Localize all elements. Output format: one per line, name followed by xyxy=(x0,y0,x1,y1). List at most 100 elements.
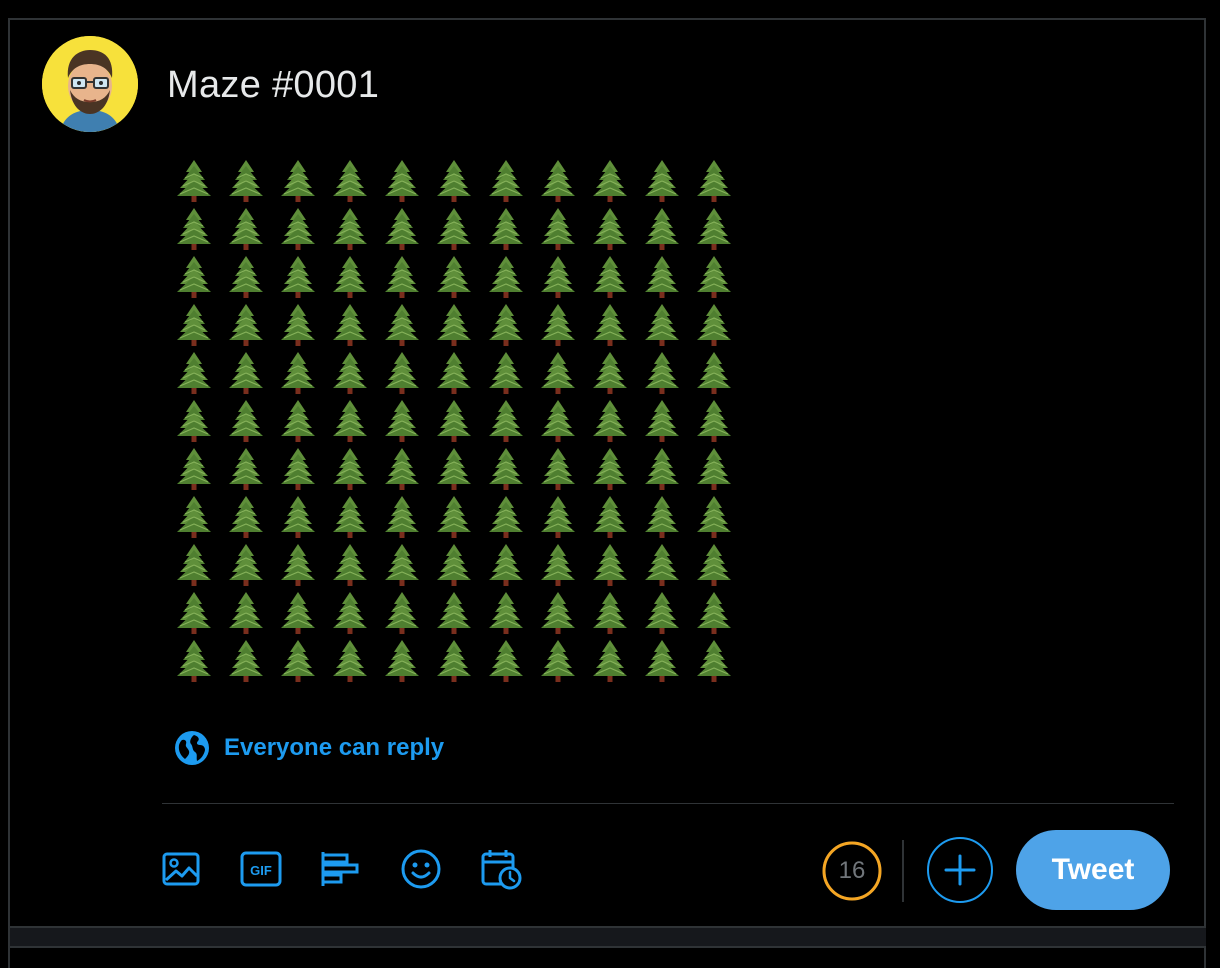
tree-emoji-icon xyxy=(226,494,266,540)
tree-emoji-icon xyxy=(642,494,682,540)
tree-emoji-icon xyxy=(538,350,578,396)
image-icon xyxy=(162,852,200,886)
tree-emoji-icon xyxy=(538,638,578,684)
tree-emoji-icon xyxy=(174,494,214,540)
tree-emoji-icon xyxy=(278,638,318,684)
tree-emoji-icon xyxy=(694,638,734,684)
tree-emoji-icon xyxy=(642,350,682,396)
tree-emoji-icon xyxy=(642,398,682,444)
tree-emoji-icon xyxy=(486,158,526,204)
tree-emoji-icon xyxy=(538,158,578,204)
tree-grid xyxy=(168,150,740,690)
tree-emoji-icon xyxy=(174,350,214,396)
tree-emoji-icon xyxy=(330,638,370,684)
tree-emoji-icon xyxy=(382,206,422,252)
tree-emoji-icon xyxy=(382,638,422,684)
tree-emoji-icon xyxy=(382,398,422,444)
tree-emoji-icon xyxy=(330,206,370,252)
tree-emoji-icon xyxy=(278,494,318,540)
tree-emoji-icon xyxy=(694,302,734,348)
tree-emoji-icon xyxy=(590,350,630,396)
tree-emoji-icon xyxy=(226,302,266,348)
tree-emoji-icon xyxy=(330,350,370,396)
tree-emoji-icon xyxy=(382,254,422,300)
tree-emoji-icon xyxy=(226,542,266,588)
tree-emoji-icon xyxy=(330,446,370,492)
globe-icon xyxy=(175,731,209,765)
tree-emoji-icon xyxy=(226,206,266,252)
tree-emoji-icon xyxy=(538,494,578,540)
tree-emoji-icon xyxy=(382,494,422,540)
tree-emoji-icon xyxy=(382,542,422,588)
tree-emoji-icon xyxy=(174,254,214,300)
tree-emoji-icon xyxy=(694,446,734,492)
reply-setting-button[interactable]: Everyone can reply xyxy=(174,730,444,766)
tree-emoji-icon xyxy=(434,446,474,492)
tree-emoji-icon xyxy=(486,206,526,252)
tree-emoji-icon xyxy=(434,350,474,396)
tree-emoji-icon xyxy=(330,158,370,204)
avatar[interactable] xyxy=(42,36,138,132)
tree-emoji-icon xyxy=(434,494,474,540)
tree-emoji-icon xyxy=(590,302,630,348)
tree-emoji-icon xyxy=(330,254,370,300)
add-tweet-button[interactable] xyxy=(927,837,993,903)
tree-emoji-icon xyxy=(434,206,474,252)
tree-emoji-icon xyxy=(174,158,214,204)
tree-emoji-icon xyxy=(538,446,578,492)
tree-emoji-icon xyxy=(486,302,526,348)
toolbar-divider xyxy=(162,803,1174,804)
tree-emoji-icon xyxy=(642,590,682,636)
tree-emoji-icon xyxy=(278,590,318,636)
image-button[interactable] xyxy=(160,848,202,890)
tree-emoji-icon xyxy=(382,158,422,204)
tree-emoji-icon xyxy=(538,542,578,588)
tree-emoji-icon xyxy=(538,206,578,252)
reply-setting-label: Everyone can reply xyxy=(224,734,445,761)
tree-emoji-icon xyxy=(538,302,578,348)
emoji-button[interactable] xyxy=(400,848,442,890)
tweet-text[interactable]: Maze #0001 xyxy=(167,64,379,107)
tree-emoji-icon xyxy=(174,542,214,588)
tree-emoji-icon xyxy=(642,542,682,588)
tree-emoji-icon xyxy=(486,254,526,300)
tree-emoji-icon xyxy=(226,158,266,204)
tree-emoji-icon xyxy=(590,398,630,444)
tweet-button[interactable]: Tweet xyxy=(1016,830,1170,910)
tree-emoji-icon xyxy=(434,158,474,204)
tree-emoji-icon xyxy=(694,398,734,444)
tree-emoji-icon xyxy=(590,590,630,636)
toolbar-separator xyxy=(902,840,904,902)
emoji-icon xyxy=(401,849,441,889)
tree-emoji-icon xyxy=(642,446,682,492)
tree-emoji-icon xyxy=(694,158,734,204)
tree-emoji-icon xyxy=(642,158,682,204)
tree-emoji-icon xyxy=(642,254,682,300)
tree-emoji-icon xyxy=(330,590,370,636)
tree-emoji-icon xyxy=(226,254,266,300)
tree-emoji-icon xyxy=(174,446,214,492)
tree-emoji-icon xyxy=(278,158,318,204)
tree-emoji-icon xyxy=(694,350,734,396)
tree-emoji-icon xyxy=(694,206,734,252)
tree-emoji-icon xyxy=(486,350,526,396)
poll-button[interactable] xyxy=(320,848,362,890)
tree-emoji-icon xyxy=(486,398,526,444)
tree-emoji-icon xyxy=(538,398,578,444)
tree-emoji-icon xyxy=(538,590,578,636)
character-counter-value: 16 xyxy=(838,857,866,884)
tree-emoji-icon xyxy=(226,638,266,684)
tree-emoji-icon xyxy=(174,206,214,252)
schedule-button[interactable] xyxy=(480,848,522,890)
tree-emoji-icon xyxy=(278,254,318,300)
tree-emoji-icon xyxy=(694,254,734,300)
tree-emoji-icon xyxy=(278,350,318,396)
gif-button[interactable]: GIF xyxy=(240,848,282,890)
plus-icon xyxy=(944,854,976,886)
tree-emoji-icon xyxy=(590,206,630,252)
tree-emoji-icon xyxy=(330,494,370,540)
schedule-icon xyxy=(481,850,522,890)
tree-emoji-icon xyxy=(382,590,422,636)
tree-emoji-icon xyxy=(434,542,474,588)
character-counter: 16 xyxy=(820,839,884,903)
